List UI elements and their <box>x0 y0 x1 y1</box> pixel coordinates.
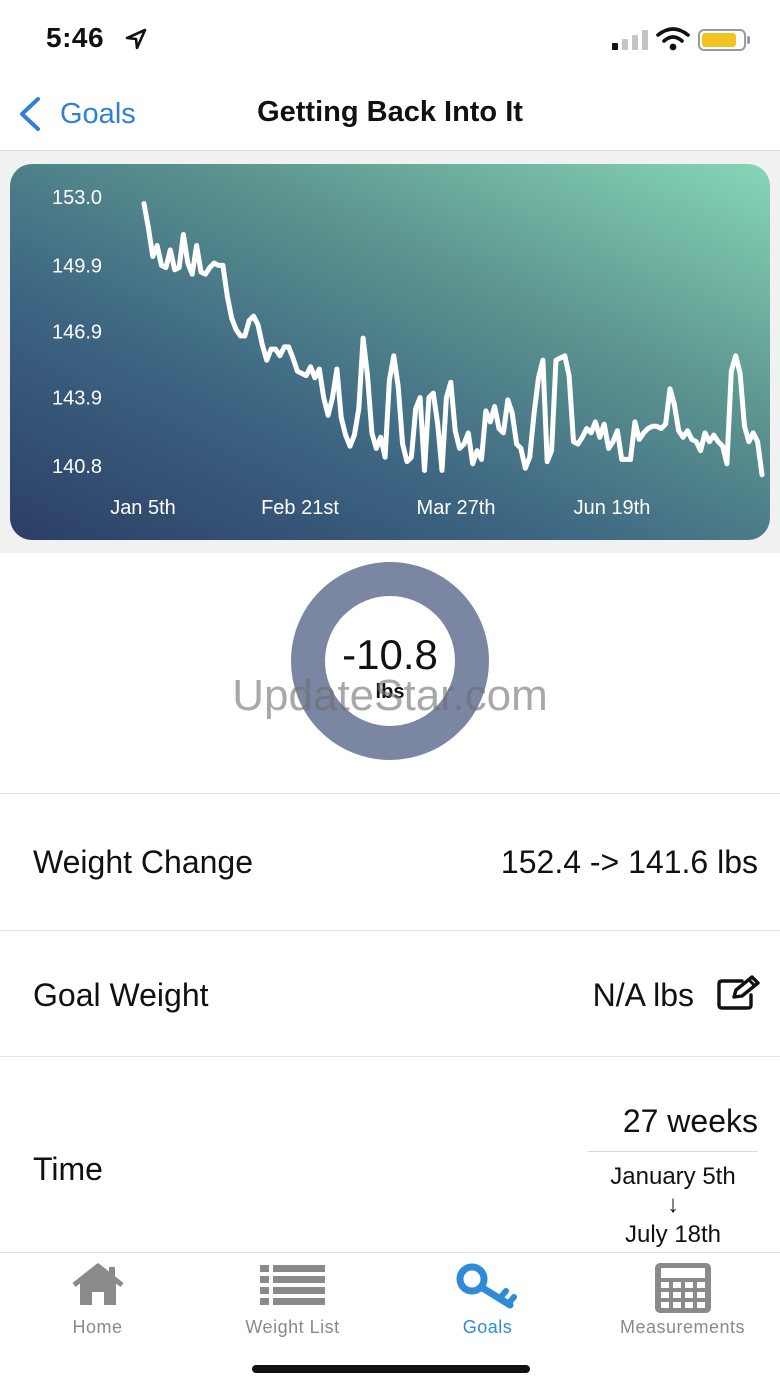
key-icon <box>456 1263 517 1309</box>
y-tick-label: 149.9 <box>52 255 102 277</box>
divider <box>588 1151 758 1152</box>
edit-pencil-icon[interactable] <box>716 975 760 1011</box>
tab-measurements[interactable]: Measurements <box>585 1253 780 1353</box>
chart-section: 153.0 149.9 146.9 143.9 140.8 Jan 5th Feb 21st… <box>0 151 780 553</box>
goal-weight-label: Goal Weight <box>33 977 209 1013</box>
list-icon <box>259 1265 325 1305</box>
tab-measurements-label: Measurements <box>619 1317 746 1337</box>
goal-weight-row[interactable]: Goal Weight N/A lbs <box>0 931 780 1057</box>
y-tick-label: 140.8 <box>52 456 102 478</box>
status-time: 5:46 <box>46 22 105 53</box>
watermark: UpdateStar.com <box>232 671 548 720</box>
y-tick-label: 153.0 <box>52 187 102 209</box>
home-indicator <box>252 1365 530 1373</box>
wifi-icon <box>656 27 690 51</box>
y-tick-label: 146.9 <box>52 322 102 344</box>
signal-icon <box>612 30 648 50</box>
tab-goals[interactable]: Goals <box>390 1253 585 1353</box>
time-weeks: 27 weeks <box>622 1103 758 1139</box>
time-label: Time <box>33 1151 103 1187</box>
tab-home[interactable]: Home <box>0 1253 195 1353</box>
down-arrow-icon: ↓ <box>667 1191 679 1218</box>
tab-weight-list[interactable]: Weight List <box>195 1253 390 1353</box>
time-row: Time 27 weeks January 5th ↓ July 18th <box>0 1057 780 1252</box>
progress-section: -10.8 lbs UpdateStar.com <box>0 553 780 794</box>
battery-icon <box>698 29 750 51</box>
calculator-icon <box>654 1263 711 1313</box>
weight-change-value: 152.4 -> 141.6 lbs <box>500 844 758 880</box>
weight-series-line <box>141 201 765 478</box>
x-tick-label: Feb 21st <box>261 497 339 519</box>
end-date: July 18th <box>624 1221 722 1248</box>
tab-home-label: Home <box>72 1317 123 1337</box>
tab-goals-label: Goals <box>462 1317 513 1337</box>
weight-change-row: Weight Change 152.4 -> 141.6 lbs <box>0 794 780 931</box>
page-title: Getting Back Into It <box>257 96 523 128</box>
tab-bar: Home Weight List Goals Measurements <box>0 1252 780 1388</box>
goal-weight-value: N/A lbs <box>592 977 694 1013</box>
x-tick-label: Jun 19th <box>574 497 651 519</box>
x-tick-label: Jan 5th <box>110 497 176 519</box>
x-tick-label: Mar 27th <box>417 497 496 519</box>
home-icon <box>71 1263 124 1305</box>
start-date: January 5th <box>610 1163 736 1190</box>
navigation-bar: Goals Getting Back Into It <box>0 80 780 151</box>
status-bar: 5:46 <box>0 0 780 80</box>
tab-weight-list-label: Weight List <box>245 1317 340 1337</box>
weight-chart-card: 153.0 149.9 146.9 143.9 140.8 Jan 5th Feb 21st… <box>10 164 770 540</box>
location-arrow-icon <box>125 28 147 50</box>
y-tick-label: 143.9 <box>52 388 102 410</box>
weight-line-chart: 153.0 149.9 146.9 143.9 140.8 Jan 5th Feb 21st… <box>52 187 765 519</box>
weight-change-label: Weight Change <box>33 844 253 880</box>
